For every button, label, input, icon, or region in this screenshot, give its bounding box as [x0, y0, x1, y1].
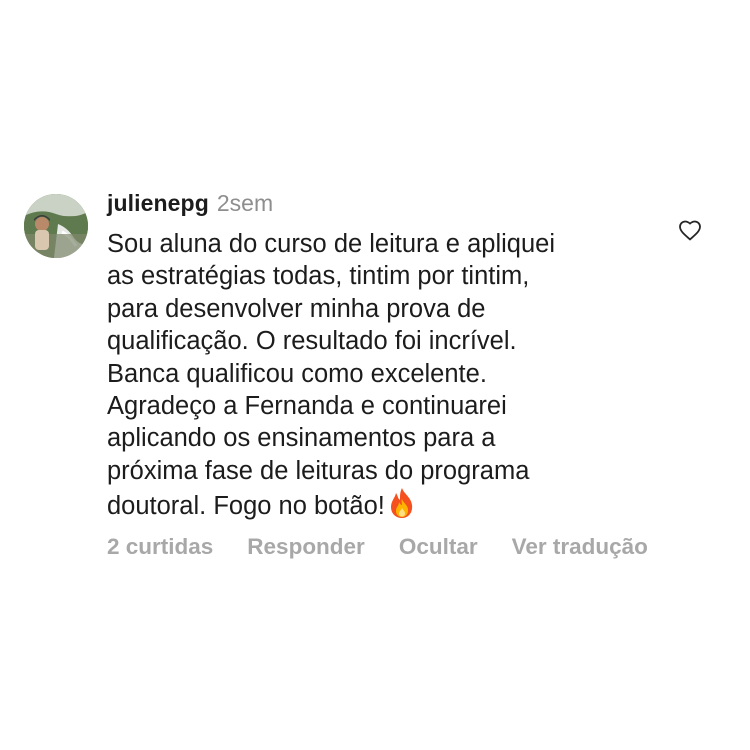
comment-header: julienepg 2sem [107, 190, 667, 224]
avatar-photo [24, 194, 88, 258]
heart-outline-icon [679, 220, 701, 241]
likes-count-button[interactable]: 2 curtidas [107, 534, 213, 560]
comment-actions: 2 curtidas Responder Ocultar Ver traduçã… [107, 534, 648, 560]
like-button[interactable] [678, 219, 702, 241]
username[interactable]: julienepg [107, 190, 209, 217]
comment-text-line: Agradeço a Fernanda e continuarei [107, 392, 507, 421]
avatar[interactable] [24, 194, 88, 258]
comment-text-line: Banca qualificou como excelente. [107, 359, 487, 388]
comment-text-line: para desenvolver minha prova de [107, 294, 486, 323]
comment-time: 2sem [216, 190, 274, 216]
hide-button[interactable]: Ocultar [399, 534, 478, 560]
comment-text-line-content: doutoral. Fogo no botão! [107, 492, 385, 521]
reply-button[interactable]: Responder [247, 534, 365, 560]
translate-button[interactable]: Ver tradução [512, 534, 648, 560]
comment-text-line: aplicando os ensinamentos para a [107, 424, 496, 453]
comment-text-line: qualificação. O resultado foi incrível. [107, 327, 517, 356]
comment-text-line: próxima fase de leituras do programa [107, 456, 530, 485]
comment: julienepg 2sem Sou aluna do curso de lei… [0, 0, 750, 750]
comment-text-line: Sou aluna do curso de leitura e apliquei [107, 230, 555, 258]
fire-icon [388, 487, 416, 527]
comment-text: Sou aluna do curso de leitura e apliquei… [107, 228, 667, 528]
comment-body: julienepg 2sem Sou aluna do curso de lei… [107, 190, 667, 528]
comment-text-line-last: doutoral. Fogo no botão! [107, 487, 667, 527]
comment-text-line: as estratégias todas, tintim por tintim, [107, 262, 530, 291]
